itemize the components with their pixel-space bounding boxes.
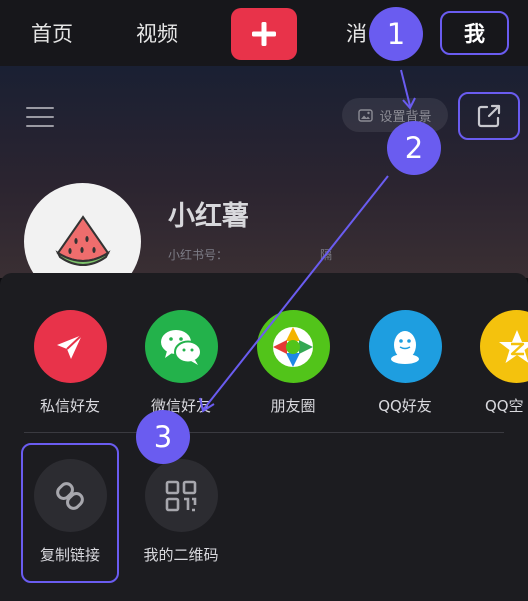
step-badge-3: 3 [136,410,190,464]
annotation-arrows [199,69,416,413]
step-badge-2: 2 [387,121,441,175]
arrow-2-to-3 [202,175,389,411]
step-badge-1: 1 [369,7,423,61]
